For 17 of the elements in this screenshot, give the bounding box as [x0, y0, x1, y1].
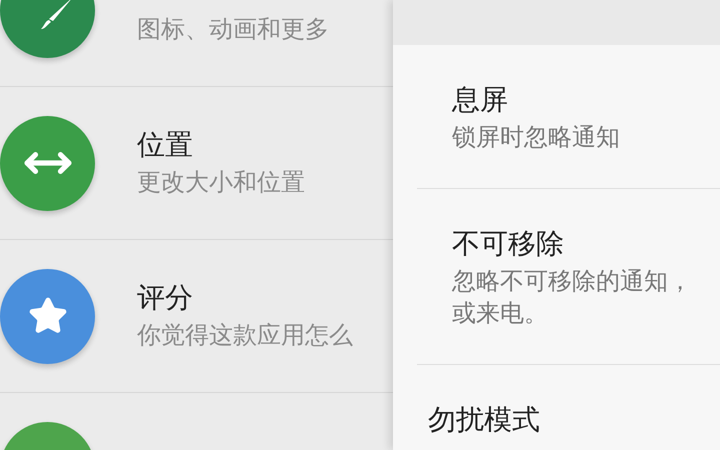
- option-title: 息屏: [452, 83, 509, 117]
- item-subtitle: 图标、动画和更多: [137, 14, 329, 45]
- option-summary: 锁屏时忽略通知: [452, 122, 621, 153]
- option-item[interactable]: 不可移除 忽略不可移除的通知， 或来电。: [417, 189, 720, 365]
- item-subtitle: 更改大小和位置: [137, 167, 305, 198]
- item-title: 评分: [137, 281, 194, 315]
- settings-item[interactable]: 评分 你觉得这款应用怎么: [0, 240, 393, 393]
- item-title: 位置: [137, 128, 194, 162]
- option-title: 不可移除: [452, 227, 565, 261]
- settings-item[interactable]: 位置 更改大小和位置: [0, 87, 393, 240]
- star-icon: [28, 296, 68, 336]
- option-item[interactable]: 息屏 锁屏时忽略通知: [417, 45, 720, 189]
- option-item[interactable]: 勿扰模式: [393, 365, 720, 450]
- item-subtitle: 你觉得这款应用怎么: [137, 320, 353, 351]
- option-summary: 或来电。: [452, 298, 549, 329]
- option-summary: 忽略不可移除的通知，: [452, 266, 693, 297]
- option-title: 勿扰模式: [428, 403, 541, 437]
